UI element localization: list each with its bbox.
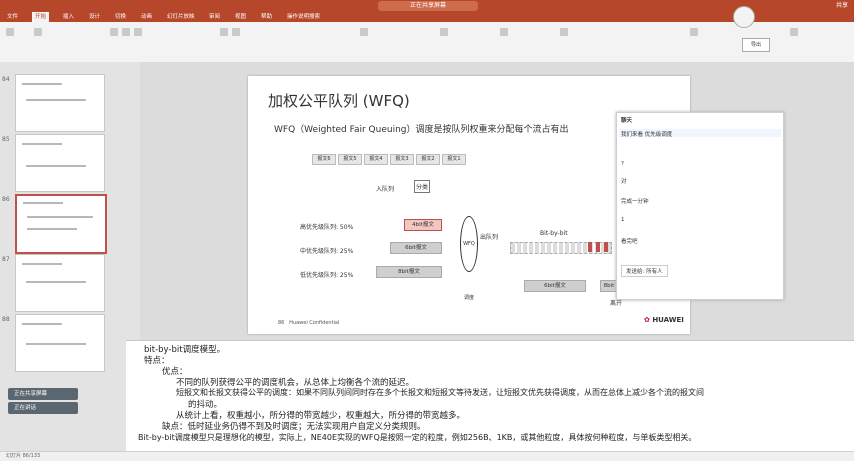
chat-message: 我们来看 优先级调度 [621,132,673,138]
tab-review[interactable]: 审阅 [206,12,223,22]
enqueue-label: 入队列 [376,186,395,193]
speaking-toast[interactable]: 正在讲话 [8,402,78,414]
tab-file[interactable]: 文件 [4,12,21,22]
slide-thumbnails: 84 85 86 87 88 [0,62,140,460]
slide-bullet: WFQ（Weighted Fair Queuing）调度是按队列权重来分配每个流… [274,125,569,135]
note-line: 缺点：低时延业务仍得不到及时调度；无法实现用户自定义分类规则。 [162,422,426,432]
chat-message: 对 [621,179,627,185]
bit-by-bit-label: Bit-by-bit [540,230,568,237]
tell-me-search[interactable]: 操作说明搜索 [284,12,323,22]
queue-high-packet: 4bit报文 [404,219,442,231]
dequeue-label: 出队列 [480,234,499,241]
packet: 报文5 [338,154,362,165]
tab-animations[interactable]: 动画 [138,12,155,22]
chat-title: 聊天 [621,118,633,124]
bit-red [588,242,592,252]
tab-help[interactable]: 帮助 [258,12,275,22]
align-left-icon[interactable] [220,28,228,36]
slide-number: 88 [2,316,10,323]
chat-message: 看完吧 [621,239,638,245]
wfq-scheduler: WFQ调度 [460,216,478,301]
new-slide-icon[interactable] [34,28,42,36]
chat-recipient-select[interactable]: 发送给: 所有人 [621,265,668,277]
slide-thumbnail[interactable] [15,74,105,132]
tab-transitions[interactable]: 切换 [112,12,129,22]
designer-icon[interactable] [690,28,698,36]
huawei-logo: ✿ HUAWEI [644,316,684,324]
notes-pane: bit-by-bit调度模型。 特点： 优点： 不同的队列获得公平的调度机会，从… [126,340,854,461]
packet: 报文4 [364,154,388,165]
slide-title: 加权公平队列 (WFQ) [268,92,410,110]
arrange-icon[interactable] [440,28,448,36]
slide-counter: 幻灯片 86/133 [6,453,41,459]
slide-number: 84 [2,76,10,83]
note-line: 短报文和长报文获得公平的调度：如果不同队列间同时存在多个长报文和短报文等待发送，… [176,388,704,397]
bit-red [604,242,608,252]
find-icon[interactable] [500,28,508,36]
title-bar: 正在共享屏幕 共享 [0,0,854,12]
queue-mid-packet: 6bit报文 [390,242,442,254]
queue-high-label: 高优先级队列: 50% [300,224,354,231]
sharing-toast[interactable]: 正在共享屏幕 [8,388,78,400]
slide-thumbnail-selected[interactable] [15,194,107,254]
huawei-flower-icon: ✿ [644,316,650,324]
align-center-icon[interactable] [232,28,240,36]
packet: 报文6 [312,154,336,165]
slide-number: 87 [2,256,10,263]
page-number: 86 [278,320,285,326]
ribbon [0,22,854,63]
tab-slideshow[interactable]: 幻灯片放映 [164,12,198,22]
slide-footer: 86 Huawei Confidential [278,320,339,326]
packet: 报文1 [442,154,466,165]
chat-panel: 聊天 我们来看 优先级调度 ? 对 完成一分钟 1 看完吧 发送给: 所有人 [616,112,784,300]
share-button[interactable]: 共享 [836,1,848,11]
tab-insert[interactable]: 插入 [60,12,77,22]
dictate-icon[interactable] [560,28,568,36]
tab-home[interactable]: 开始 [32,12,50,22]
classify-box: 分类 [414,180,431,193]
tab-view[interactable]: 视图 [232,12,249,22]
confidential-label: Huawei Confidential [289,320,340,326]
brand-name: HUAWEI [652,316,684,324]
window-title: 正在共享屏幕 [378,1,478,11]
queue-low-label: 低优先级队列: 25% [300,272,354,279]
packet: 报文3 [390,154,414,165]
italic-icon[interactable] [122,28,130,36]
slide-thumbnail[interactable] [15,314,105,372]
packet: 报文2 [416,154,440,165]
slide-number: 86 [2,196,10,203]
bit-red [596,242,600,252]
tab-design[interactable]: 设计 [86,12,103,22]
output-packet: 6bit报文 [524,280,586,292]
ribbon-tabs: 文件 开始 插入 设计 切换 动画 幻灯片放映 审阅 视图 帮助 操作说明搜索 [0,12,854,22]
slide-thumbnail[interactable] [15,134,105,192]
slide-thumbnail[interactable] [15,254,105,312]
queue-mid-label: 中优先级队列: 25% [300,248,354,255]
chat-message: ? [621,161,624,167]
note-line: Bit-by-bit调度模型只是理想化的模型，实际上，NE40E实现的WFQ是按… [138,433,697,442]
presenter-avatar [733,6,755,28]
paste-icon[interactable] [6,28,14,36]
underline-icon[interactable] [134,28,142,36]
shapes-icon[interactable] [360,28,368,36]
chat-message: 1 [621,217,625,223]
queue-low-packet: 8bit报文 [376,266,442,278]
slide-number: 85 [2,136,10,143]
bold-icon[interactable] [110,28,118,36]
chat-message: 完成一分钟 [621,199,649,205]
add-in-icon[interactable] [790,28,798,36]
export-button[interactable]: 导出 [742,38,770,52]
